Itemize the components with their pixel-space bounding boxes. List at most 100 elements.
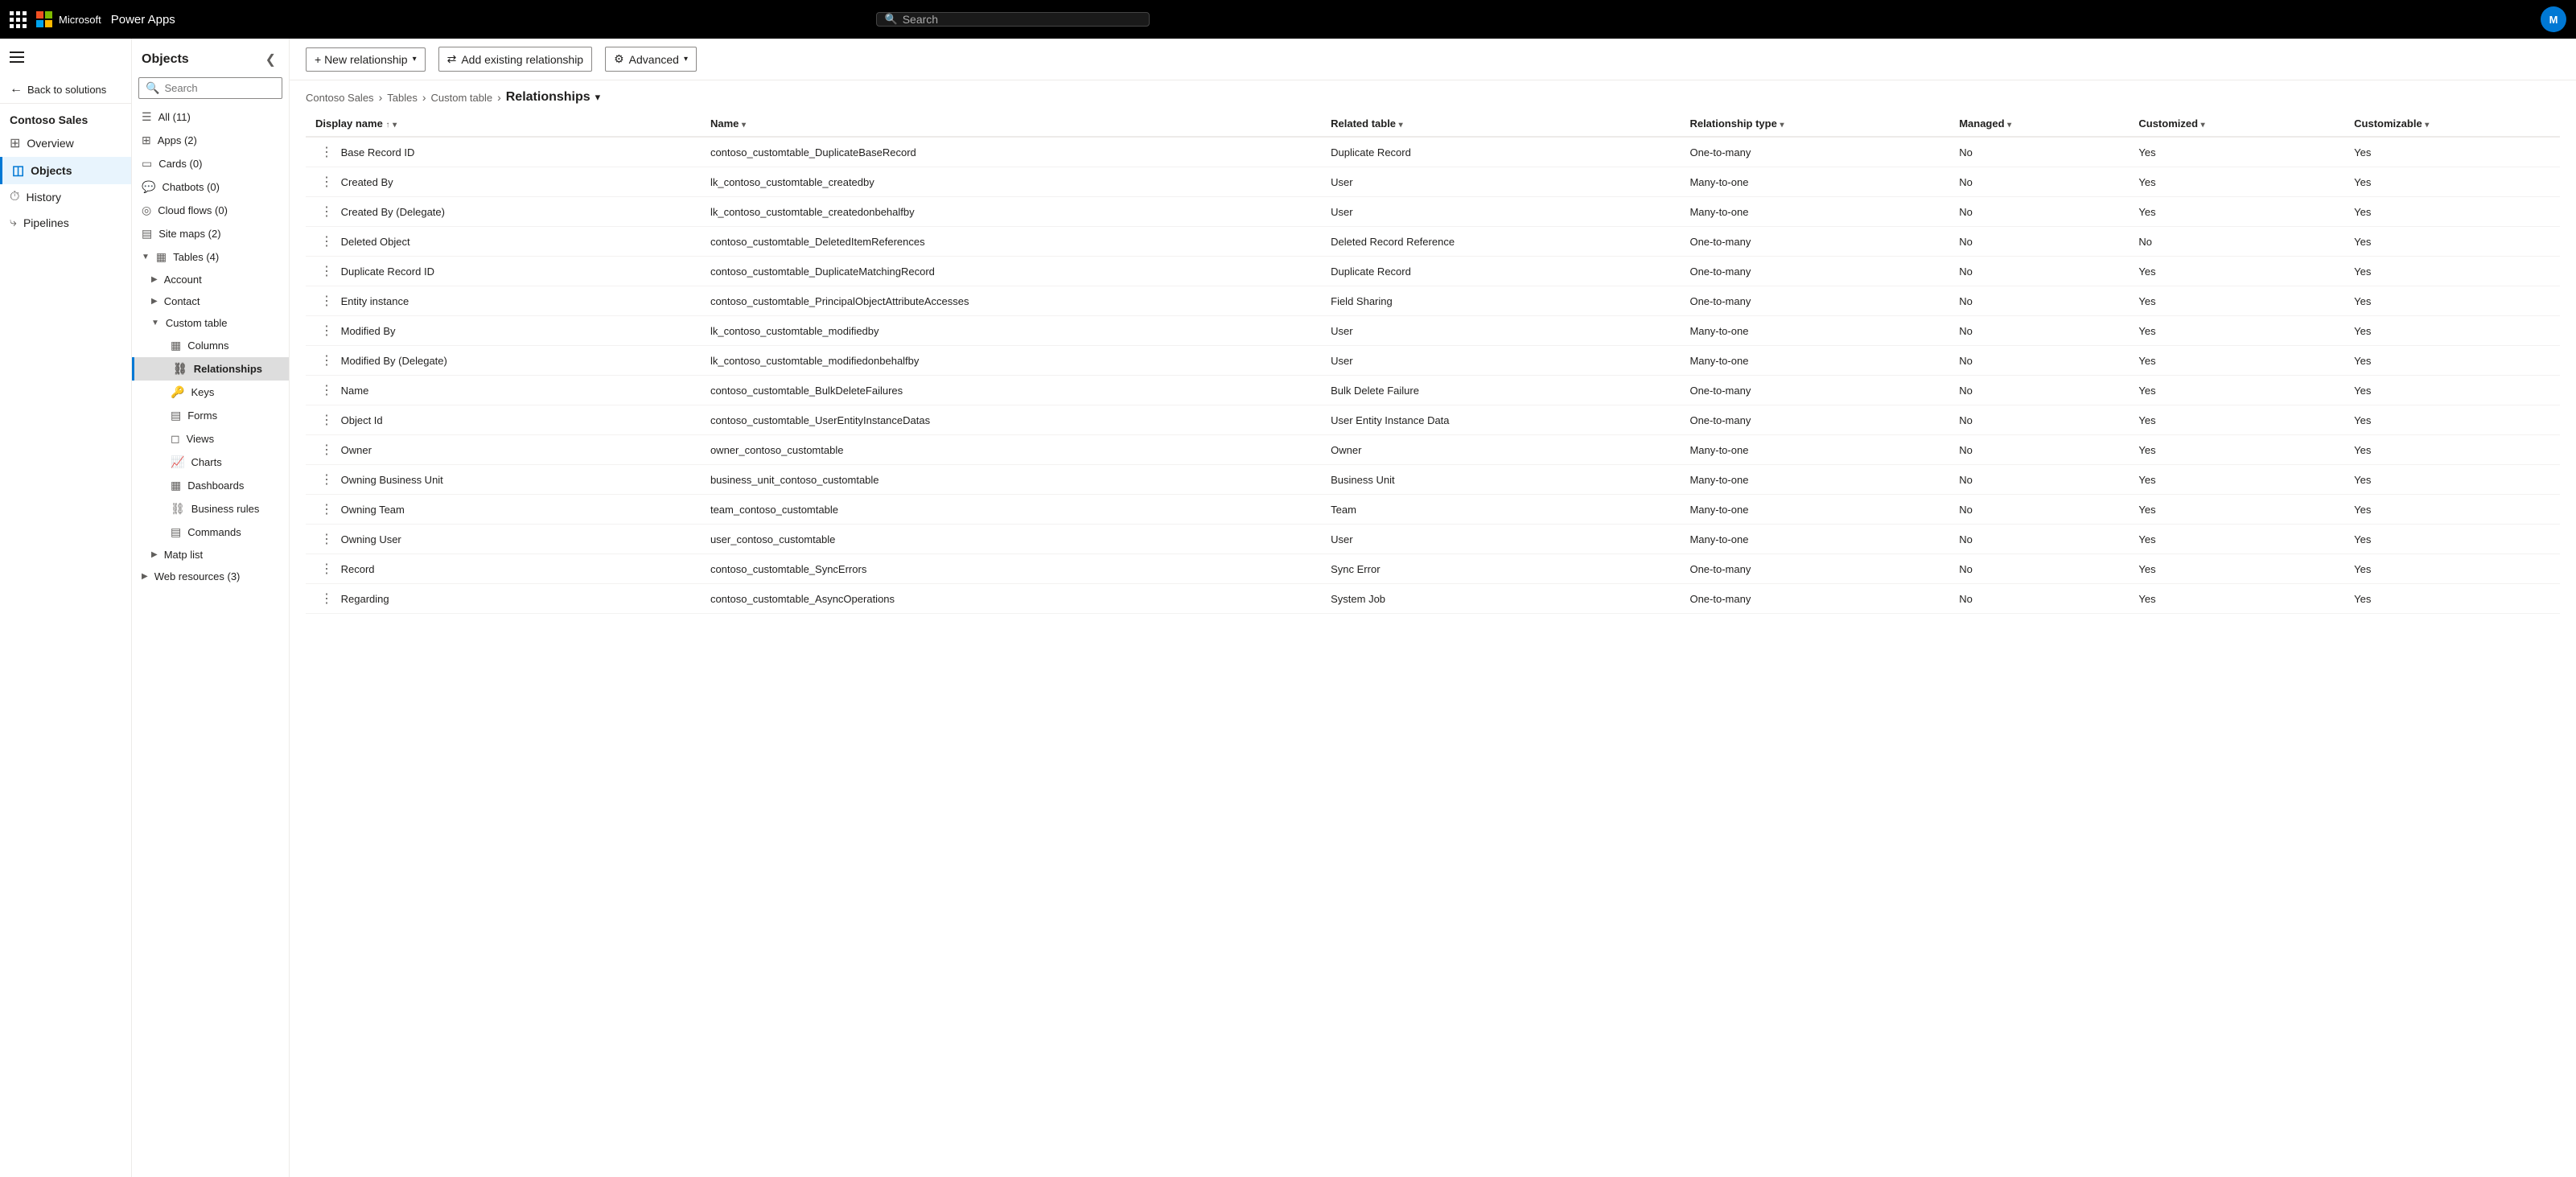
objects-list-item-businessrules[interactable]: ⛓ Business rules — [132, 497, 289, 521]
add-existing-label: Add existing relationship — [461, 53, 583, 66]
objects-list-item-chatbots[interactable]: 💬 Chatbots (0) — [132, 175, 289, 199]
objects-search-input[interactable] — [164, 82, 275, 94]
objects-list-item-keys[interactable]: 🔑 Keys — [132, 381, 289, 404]
managed-value: No — [1959, 474, 1973, 486]
main-layout: ← Back to solutions Contoso Sales ⊞ Over… — [0, 39, 2576, 1177]
col-header-customizable[interactable]: Customizable ▾ — [2344, 111, 2560, 137]
customizable-value: Yes — [2354, 414, 2371, 426]
tables-expand-icon: ▼ — [142, 253, 150, 261]
related-table-filter-icon[interactable]: ▾ — [1399, 121, 1403, 130]
relationship-type-filter-icon[interactable]: ▾ — [1780, 121, 1784, 130]
name-value: team_contoso_customtable — [710, 504, 838, 516]
objects-list-item-account[interactable]: ▶ Account — [132, 269, 289, 290]
cell-related-table: Team — [1321, 495, 1680, 525]
breadcrumb-tables[interactable]: Tables — [387, 92, 418, 104]
grid-icon[interactable] — [10, 11, 27, 28]
objects-list-item-forms[interactable]: ▤ Forms — [132, 404, 289, 427]
views-icon: ◻ — [171, 432, 180, 446]
sidebar-item-history[interactable]: ⏱ History — [0, 184, 131, 210]
search-input[interactable] — [903, 13, 1141, 26]
sidebar-item-objects[interactable]: ◫ Objects — [0, 157, 131, 184]
cell-customized: Yes — [2129, 346, 2344, 376]
row-menu-dots[interactable]: ⋮ — [315, 442, 338, 459]
objects-list-item-contact[interactable]: ▶ Contact — [132, 290, 289, 312]
advanced-button[interactable]: ⚙ Advanced ▾ — [605, 47, 697, 72]
row-menu-dots[interactable]: ⋮ — [315, 144, 338, 161]
row-menu-dots[interactable]: ⋮ — [315, 323, 338, 340]
cell-customized: Yes — [2129, 137, 2344, 167]
row-menu-dots[interactable]: ⋮ — [315, 412, 338, 429]
breadcrumb-current: Relationships — [506, 90, 591, 105]
avatar[interactable]: M — [2541, 6, 2566, 32]
cell-display-name: ⋮ Record — [306, 554, 701, 584]
collapse-panel-button[interactable]: ❮ — [262, 48, 279, 71]
customizable-value: Yes — [2354, 355, 2371, 367]
col-header-display-name[interactable]: Display name ↑ ▾ — [306, 111, 701, 137]
breadcrumb-dropdown-icon[interactable]: ▾ — [595, 91, 601, 104]
objects-search-area: 🔍 — [132, 77, 289, 105]
cell-relationship-type: Many-to-one — [1680, 525, 1949, 554]
managed-filter-icon[interactable]: ▾ — [2007, 121, 2011, 130]
objects-list-item-relationships[interactable]: ⛓ Relationships — [132, 357, 289, 381]
customizable-filter-icon[interactable]: ▾ — [2425, 121, 2429, 130]
row-menu-dots[interactable]: ⋮ — [315, 204, 338, 220]
table-row: ⋮ Modified By (Delegate) lk_contoso_cust… — [306, 346, 2560, 376]
cell-display-name: ⋮ Regarding — [306, 584, 701, 614]
objects-list-item-maplist[interactable]: ▶ Matp list — [132, 544, 289, 566]
col-header-relationship-type[interactable]: Relationship type ▾ — [1680, 111, 1949, 137]
row-menu-dots[interactable]: ⋮ — [315, 591, 338, 607]
sidebar-item-pipelines[interactable]: ⤷ Pipelines — [0, 210, 131, 236]
row-menu-dots[interactable]: ⋮ — [315, 561, 338, 578]
objects-list-item-views[interactable]: ◻ Views — [132, 427, 289, 451]
row-menu-dots[interactable]: ⋮ — [315, 531, 338, 548]
row-menu-dots[interactable]: ⋮ — [315, 263, 338, 280]
name-value: lk_contoso_customtable_createdonbehalfby — [710, 206, 915, 218]
search-bar[interactable]: 🔍 — [876, 12, 1150, 27]
display-name-filter-icon[interactable]: ▾ — [393, 121, 397, 130]
objects-list-item-all[interactable]: ☰ All (11) — [132, 105, 289, 129]
objects-list-item-webresources[interactable]: ▶ Web resources (3) — [132, 566, 289, 587]
col-header-customized[interactable]: Customized ▾ — [2129, 111, 2344, 137]
row-menu-dots[interactable]: ⋮ — [315, 382, 338, 399]
sidebar-item-overview[interactable]: ⊞ Overview — [0, 130, 131, 157]
row-menu-dots[interactable]: ⋮ — [315, 501, 338, 518]
breadcrumb-contoso-sales[interactable]: Contoso Sales — [306, 92, 374, 104]
objects-item-columns-label: Columns — [187, 340, 228, 352]
objects-list-item-customtable[interactable]: ▼ Custom table — [132, 312, 289, 334]
col-header-related-table[interactable]: Related table ▾ — [1321, 111, 1680, 137]
cell-customizable: Yes — [2344, 525, 2560, 554]
objects-list-item-cloudflows[interactable]: ◎ Cloud flows (0) — [132, 199, 289, 222]
name-value: contoso_customtable_DeletedItemReference… — [710, 236, 925, 248]
customized-value: Yes — [2138, 474, 2155, 486]
row-menu-dots[interactable]: ⋮ — [315, 352, 338, 369]
add-existing-relationship-button[interactable]: ⇄ Add existing relationship — [438, 47, 593, 72]
row-menu-dots[interactable]: ⋮ — [315, 233, 338, 250]
cell-name: contoso_customtable_AsyncOperations — [701, 584, 1321, 614]
objects-list-item-commands[interactable]: ▤ Commands — [132, 521, 289, 544]
objects-list-item-dashboards[interactable]: ▦ Dashboards — [132, 474, 289, 497]
name-filter-icon[interactable]: ▾ — [742, 121, 746, 130]
objects-list-item-charts[interactable]: 📈 Charts — [132, 451, 289, 474]
objects-list-item-apps[interactable]: ⊞ Apps (2) — [132, 129, 289, 152]
col-header-managed[interactable]: Managed ▾ — [1949, 111, 2129, 137]
customized-filter-icon[interactable]: ▾ — [2201, 121, 2205, 130]
new-relationship-button[interactable]: + New relationship ▾ — [306, 47, 426, 72]
objects-list-item-columns[interactable]: ▦ Columns — [132, 334, 289, 357]
name-value: contoso_customtable_SyncErrors — [710, 563, 866, 575]
cell-customized: Yes — [2129, 584, 2344, 614]
objects-item-account-label: Account — [164, 274, 202, 286]
objects-list-item-sitemaps[interactable]: ▤ Site maps (2) — [132, 222, 289, 245]
breadcrumb-custom-table[interactable]: Custom table — [430, 92, 492, 104]
back-to-solutions[interactable]: ← Back to solutions — [0, 76, 131, 104]
row-menu-dots[interactable]: ⋮ — [315, 471, 338, 488]
objects-list-item-tables[interactable]: ▼ ▦ Tables (4) — [132, 245, 289, 269]
cell-managed: No — [1949, 257, 2129, 286]
row-menu-dots[interactable]: ⋮ — [315, 174, 338, 191]
objects-list-item-cards[interactable]: ▭ Cards (0) — [132, 152, 289, 175]
col-header-name[interactable]: Name ▾ — [701, 111, 1321, 137]
row-menu-dots[interactable]: ⋮ — [315, 293, 338, 310]
relationship-type-value: Many-to-one — [1689, 325, 1748, 337]
customizable-value: Yes — [2354, 206, 2371, 218]
hamburger-button[interactable] — [0, 45, 131, 69]
objects-search-box[interactable]: 🔍 — [138, 77, 282, 99]
